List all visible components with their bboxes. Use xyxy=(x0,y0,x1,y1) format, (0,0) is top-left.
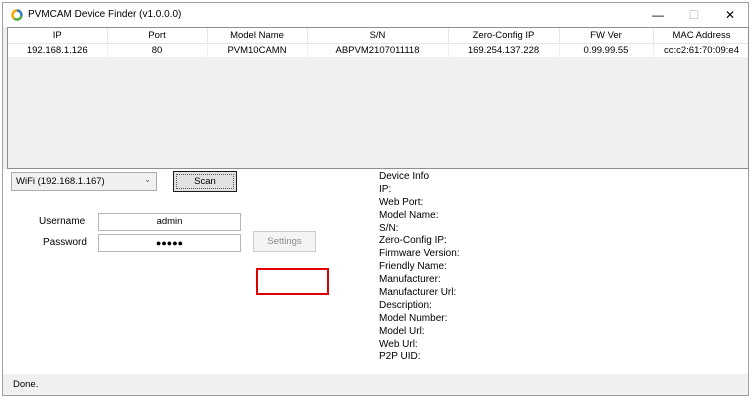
maximize-icon: ☐ xyxy=(688,8,700,22)
cell-fw-ver: 0.99.99.55 xyxy=(559,43,654,57)
cell-zero-config-ip: 169.254.137.228 xyxy=(448,43,560,57)
device-info-web-url: Web Url: xyxy=(379,338,418,350)
device-info-p2p-uid: P2P UID: xyxy=(379,351,421,363)
device-info-firmware-version: Firmware Version: xyxy=(379,248,460,260)
device-info-sn: S/N: xyxy=(379,222,399,234)
password-label: Password xyxy=(43,237,87,248)
minimize-icon: — xyxy=(652,8,664,22)
chevron-down-icon: ⌄ xyxy=(144,175,151,184)
device-info-model-number: Model Number: xyxy=(379,312,448,324)
close-button[interactable]: ✕ xyxy=(712,3,748,27)
network-interface-select[interactable]: WiFi (192.168.1.167) ⌄ xyxy=(11,172,157,191)
device-info-manufacturer: Manufacturer: xyxy=(379,274,441,286)
cell-port: 80 xyxy=(107,43,208,57)
cell-model-name: PVM10CAMN xyxy=(207,43,308,57)
network-interface-value: WiFi (192.168.1.167) xyxy=(16,176,105,187)
device-info-zero-config-ip: Zero-Config IP: xyxy=(379,235,447,247)
table-row[interactable]: 192.168.1.126 80 PVM10CAMN ABPVM21070111… xyxy=(8,43,748,57)
column-header-model-name[interactable]: Model Name xyxy=(207,28,308,44)
status-bar: Done. xyxy=(3,374,748,395)
highlight-box xyxy=(256,268,329,295)
scan-button[interactable]: Scan xyxy=(173,171,237,192)
device-controls-panel: WiFi (192.168.1.167) ⌄ Scan Username adm… xyxy=(3,169,748,374)
device-info-heading: Device Info xyxy=(379,171,430,182)
column-header-zero-config-ip[interactable]: Zero-Config IP xyxy=(448,28,560,44)
device-info-web-port: Web Port: xyxy=(379,196,424,208)
cell-mac-address: cc:c2:61:70:09:e4 xyxy=(653,43,748,57)
column-header-mac-address[interactable]: MAC Address xyxy=(653,28,748,44)
app-ring-icon xyxy=(11,9,23,21)
close-icon: ✕ xyxy=(724,8,736,22)
device-info-ip: IP: xyxy=(379,183,392,195)
minimize-button[interactable]: — xyxy=(640,3,676,27)
column-header-sn[interactable]: S/N xyxy=(307,28,449,44)
column-header-fw-ver[interactable]: FW Ver xyxy=(559,28,654,44)
device-finder-window: PVMCAM Device Finder (v1.0.0.0) — ☐ ✕ IP… xyxy=(2,2,749,396)
username-field[interactable]: admin xyxy=(98,213,241,231)
maximize-button[interactable]: ☐ xyxy=(676,3,712,27)
focus-rectangle xyxy=(176,174,234,189)
device-info-model-url: Model Url: xyxy=(379,325,425,337)
cell-sn: ABPVM2107011118 xyxy=(307,43,449,57)
device-list-table[interactable]: IP Port Model Name S/N Zero-Config IP FW… xyxy=(7,27,749,169)
device-info-model-name: Model Name: xyxy=(379,209,439,221)
device-info-description: Description: xyxy=(379,299,432,311)
settings-button[interactable]: Settings xyxy=(253,231,316,252)
device-info-friendly-name: Friendly Name: xyxy=(379,261,447,273)
device-info-panel: Device Info IP: Web Port: Model Name: S/… xyxy=(379,171,460,364)
window-title: PVMCAM Device Finder (v1.0.0.0) xyxy=(28,9,182,20)
settings-button-label: Settings xyxy=(267,236,302,247)
status-text: Done. xyxy=(13,379,39,390)
title-bar: PVMCAM Device Finder (v1.0.0.0) — ☐ ✕ xyxy=(3,3,748,27)
username-label: Username xyxy=(39,216,86,227)
cell-ip: 192.168.1.126 xyxy=(8,43,108,57)
column-header-port[interactable]: Port xyxy=(107,28,208,44)
password-field[interactable]: ●●●●● xyxy=(98,234,241,252)
table-header-row: IP Port Model Name S/N Zero-Config IP FW… xyxy=(8,28,748,44)
column-header-ip[interactable]: IP xyxy=(8,28,108,44)
device-info-manufacturer-url: Manufacturer Url: xyxy=(379,287,457,299)
